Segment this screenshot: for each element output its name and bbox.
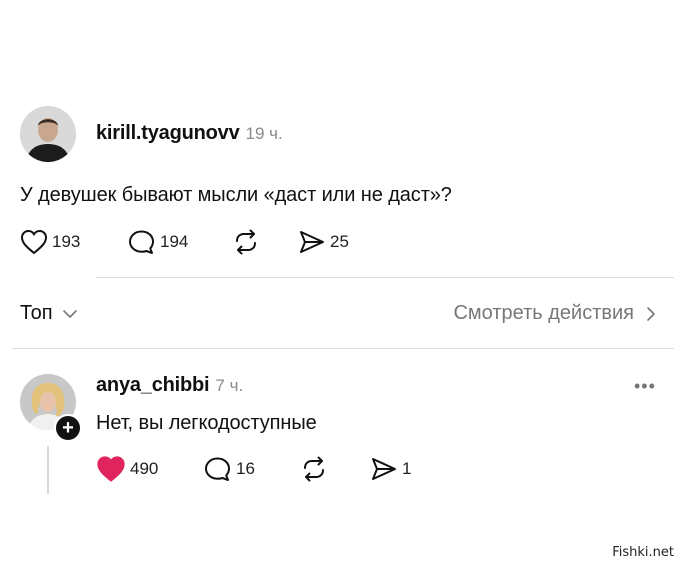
divider-bottom <box>12 348 674 349</box>
sort-label: Топ <box>20 302 53 324</box>
reply-like-count: 490 <box>130 459 159 478</box>
post-actions: 193 194 25 <box>20 229 349 255</box>
repost-icon <box>304 456 324 482</box>
post-comment-count: 194 <box>160 232 189 251</box>
post-share-button[interactable]: 25 <box>298 229 349 255</box>
send-icon <box>372 458 396 480</box>
reply-share-count: 1 <box>402 459 412 478</box>
post-like-count: 193 <box>52 232 81 251</box>
follow-button[interactable]: + <box>54 414 82 442</box>
post-time: 19 ч. <box>245 124 283 143</box>
reply-like-button[interactable]: 490 <box>96 455 204 483</box>
person-avatar-icon <box>20 106 76 162</box>
reply-text: Нет, вы легкодоступные <box>96 412 317 434</box>
send-icon <box>300 231 324 253</box>
post-header: kirill.tyagunovv 19 ч. <box>96 122 283 145</box>
divider-top <box>96 277 674 278</box>
reply-repost-button[interactable] <box>300 456 370 482</box>
activity-label: Смотреть действия <box>453 302 634 324</box>
repost-icon <box>236 229 256 255</box>
reply-comment-button[interactable]: 16 <box>204 456 300 482</box>
sort-dropdown[interactable]: Топ <box>20 302 79 325</box>
heart-icon <box>20 229 48 255</box>
thread-line <box>47 446 49 494</box>
chevron-right-icon <box>647 306 655 321</box>
watermark: Fishki.net <box>612 545 674 560</box>
reply-actions: 490 16 1 <box>96 455 411 483</box>
reply-header: anya_chibbi 7 ч. <box>96 374 243 397</box>
more-options-button[interactable]: ••• <box>634 376 656 397</box>
post-username[interactable]: kirill.tyagunovv <box>96 122 240 145</box>
reply-share-button[interactable]: 1 <box>370 456 411 482</box>
post-like-button[interactable]: 193 <box>20 229 128 255</box>
speech-bubble-icon <box>129 230 154 254</box>
reply-comment-count: 16 <box>236 459 255 478</box>
reply-username[interactable]: anya_chibbi <box>96 374 210 397</box>
post-comment-button[interactable]: 194 <box>128 229 232 255</box>
post-text: У девушек бывают мысли «даст или не даст… <box>20 184 452 206</box>
chevron-down-icon <box>62 309 77 318</box>
reply-time: 7 ч. <box>215 376 244 395</box>
speech-bubble-icon <box>205 457 230 481</box>
heart-filled-icon <box>97 456 125 482</box>
post-avatar[interactable] <box>20 106 76 162</box>
post-share-count: 25 <box>330 232 349 251</box>
view-activity-link[interactable]: Смотреть действия <box>453 302 658 325</box>
post-repost-button[interactable] <box>232 229 298 255</box>
